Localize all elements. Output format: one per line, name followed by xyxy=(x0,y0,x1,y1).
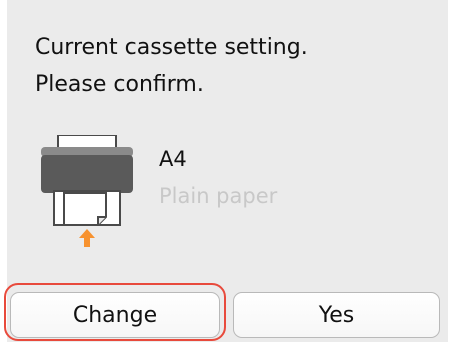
printer-cassette-icon xyxy=(41,135,133,247)
change-button[interactable]: Change xyxy=(10,292,220,338)
message-line-1: Current cassette setting. xyxy=(35,35,308,60)
insert-arrow-icon xyxy=(79,229,95,247)
paper-size-label: A4 xyxy=(159,147,187,171)
yes-button[interactable]: Yes xyxy=(233,292,440,338)
paper-type-label: Plain paper xyxy=(159,184,278,208)
confirm-message: Current cassette setting. Please confirm… xyxy=(35,29,308,103)
message-line-2: Please confirm. xyxy=(35,72,204,97)
